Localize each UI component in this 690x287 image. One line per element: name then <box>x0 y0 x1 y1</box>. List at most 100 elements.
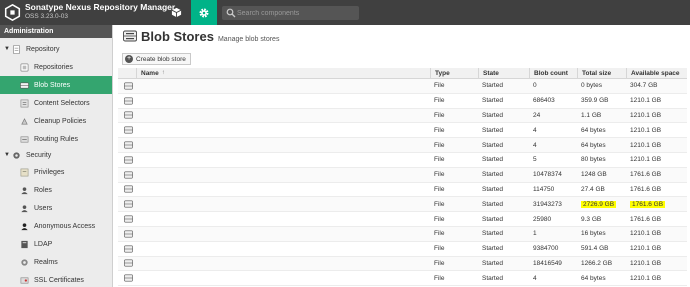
administration-button[interactable] <box>191 0 217 25</box>
row-icon-cell <box>118 183 136 197</box>
row-icon-cell <box>118 197 136 211</box>
cell-state: Started <box>478 257 529 271</box>
cell-total-size-value: 64 bytes <box>581 274 606 282</box>
caret-down-icon[interactable]: ▼ <box>4 152 10 158</box>
table-row[interactable]: File Started 4 64 bytes 1210.1 GB <box>118 123 687 139</box>
sidebar-item-label: Routing Rules <box>34 135 78 143</box>
sidebar-item-label: Realms <box>34 258 58 266</box>
sidebar-item-users[interactable]: Users <box>0 199 112 217</box>
sidebar-item-security[interactable]: ▼ Security <box>0 146 112 164</box>
cell-blob-count-value: 5 <box>533 156 537 164</box>
caret-down-icon[interactable]: ▼ <box>4 46 10 52</box>
cell-available-space-value: 1761.6 GB <box>630 200 666 208</box>
cell-type: File <box>430 153 478 167</box>
sidebar-item-privileges[interactable]: Privileges <box>0 163 112 181</box>
icon-column-header <box>118 68 136 78</box>
table-row[interactable]: File Started 10478374 1248 GB 1761.6 GB <box>118 167 687 183</box>
cell-available-space-value: 1210.1 GB <box>630 245 662 253</box>
browse-button[interactable] <box>163 0 189 25</box>
cell-available-space: 1210.1 GB <box>626 138 687 152</box>
cell-type: File <box>430 197 478 211</box>
sidebar-item-blob-stores[interactable]: Blob Stores <box>0 76 112 94</box>
sidebar-item-ldap[interactable]: LDAP <box>0 235 112 253</box>
cell-available-space-value: 1210.1 GB <box>630 97 662 105</box>
cell-blob-count: 4 <box>529 123 577 137</box>
create-blob-store-button[interactable]: + Create blob store <box>122 53 191 65</box>
column-header-available-space[interactable]: Available space <box>626 68 687 78</box>
sidebar-item-ssl-certificates[interactable]: SSL Certificates <box>0 271 112 287</box>
table-row[interactable]: File Started 4 64 bytes 1210.1 GB <box>118 271 687 287</box>
column-header-blob-count[interactable]: Blob count <box>529 68 577 78</box>
sidebar: Administration ▼ Repository Repositories… <box>0 25 113 287</box>
cell-type: File <box>430 227 478 241</box>
cell-blob-count: 18416549 <box>529 257 577 271</box>
table-row[interactable]: File Started 0 0 bytes 304.7 GB <box>118 79 687 94</box>
table-row[interactable]: File Started 5 80 bytes 1210.1 GB <box>118 153 687 168</box>
cell-available-space-value: 1210.1 GB <box>630 259 662 267</box>
cell-available-space: 1210.1 GB <box>626 271 687 285</box>
table-row[interactable]: File Started 25980 9.3 GB 1761.6 GB <box>118 212 687 227</box>
cell-name <box>136 183 430 197</box>
sidebar-item-anonymous-access[interactable]: Anonymous Access <box>0 217 112 235</box>
row-icon-cell <box>118 109 136 123</box>
search-box[interactable] <box>222 6 359 20</box>
sidebar-item-realms[interactable]: Realms <box>0 253 112 271</box>
cell-type: File <box>430 168 478 182</box>
search-input[interactable] <box>237 6 355 20</box>
cell-type: File <box>430 79 478 93</box>
cell-available-space: 1210.1 GB <box>626 227 687 241</box>
cell-available-space: 1210.1 GB <box>626 123 687 137</box>
column-header-label: Total size <box>582 69 612 77</box>
blob-store-icon <box>124 171 133 179</box>
sidebar-item-label: Blob Stores <box>34 81 71 89</box>
column-header-type[interactable]: Type <box>430 68 478 78</box>
cell-state: Started <box>478 197 529 211</box>
cell-type-value: File <box>434 82 445 90</box>
cell-state: Started <box>478 212 529 226</box>
gear-icon <box>199 8 209 17</box>
cell-type: File <box>430 183 478 197</box>
table-row[interactable]: File Started 686403 359.9 GB 1210.1 GB <box>118 94 687 109</box>
table-row[interactable]: File Started 18416549 1266.2 GB 1210.1 GB <box>118 256 687 272</box>
sidebar-item-repositories[interactable]: Repositories <box>0 58 112 76</box>
routing-icon <box>20 135 29 143</box>
cell-state-value: Started <box>482 97 503 105</box>
cell-total-size: 591.4 GB <box>577 242 626 256</box>
sidebar-item-roles[interactable]: Roles <box>0 181 112 199</box>
cell-name <box>136 227 430 241</box>
column-header-name[interactable]: Name ↑ <box>136 68 430 78</box>
table-row[interactable]: File Started 114750 27.4 GB 1761.6 GB <box>118 183 687 198</box>
table-row[interactable]: File Started 24 1.1 GB 1210.1 GB <box>118 108 687 124</box>
cell-type-value: File <box>434 185 445 193</box>
table-row[interactable]: File Started 31943273 2726.9 GB 1761.6 GB <box>118 197 687 213</box>
create-blob-store-label: Create blob store <box>136 55 186 63</box>
cell-total-size-value: 359.9 GB <box>581 97 609 105</box>
cell-state: Started <box>478 123 529 137</box>
cell-type-value: File <box>434 259 445 267</box>
anonymous-icon <box>21 222 28 230</box>
table-row[interactable]: File Started 1 16 bytes 1210.1 GB <box>118 226 687 242</box>
column-header-total-size[interactable]: Total size <box>577 68 626 78</box>
table-row[interactable]: File Started 9384700 591.4 GB 1210.1 GB <box>118 242 687 257</box>
cell-available-space: 1761.6 GB <box>626 168 687 182</box>
sidebar-item-content-selectors[interactable]: Content Selectors <box>0 94 112 112</box>
cell-total-size-value: 80 bytes <box>581 156 606 164</box>
app-version: OSS 3.23.0-03 <box>25 13 68 20</box>
sidebar-item-repository[interactable]: ▼ Repository <box>0 40 112 58</box>
cell-blob-count-value: 4 <box>533 126 537 134</box>
sidebar-item-cleanup-policies[interactable]: Cleanup Policies <box>0 112 112 130</box>
cleanup-icon <box>21 117 28 125</box>
cell-blob-count-value: 10478374 <box>533 171 562 179</box>
cell-name <box>136 242 430 256</box>
cell-name <box>136 79 430 93</box>
cell-type-value: File <box>434 97 445 105</box>
cell-state: Started <box>478 79 529 93</box>
cell-blob-count: 9384700 <box>529 242 577 256</box>
column-header-label: State <box>483 69 499 77</box>
realms-icon <box>21 258 28 266</box>
cell-state-value: Started <box>482 141 503 149</box>
cell-name <box>136 257 430 271</box>
blob-store-icon <box>124 274 133 282</box>
column-header-state[interactable]: State <box>478 68 529 78</box>
table-row[interactable]: File Started 4 64 bytes 1210.1 GB <box>118 138 687 153</box>
